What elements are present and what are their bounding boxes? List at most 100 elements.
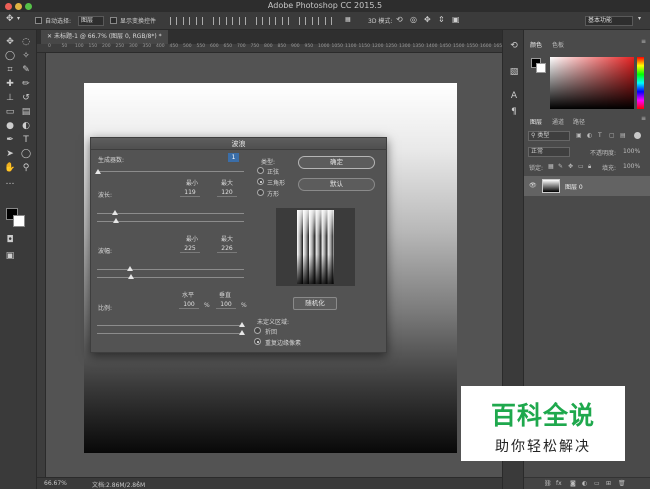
adjustment-layer-icon[interactable]: ◐ [582,480,587,487]
more-tools-icon[interactable]: … [4,176,16,188]
distribute-vcenter-icon[interactable] [269,17,276,25]
color-picker-field[interactable] [550,57,634,109]
lock-position-icon[interactable]: ✥ [568,163,573,170]
align-hcenter-icon[interactable] [226,17,233,25]
hue-slider[interactable] [637,57,644,109]
quick-mask-icon[interactable]: ◘ [4,234,16,246]
wavelength-min-input[interactable]: 119 [180,189,200,197]
pen-tool-icon[interactable]: ✒ [4,134,16,146]
filter-smart-object-icon[interactable]: ▤ [620,132,626,139]
filter-toggle-icon[interactable] [634,132,641,139]
layer-filter-dropdown[interactable]: ⚲ 类型 [528,131,570,141]
layers-menu-icon[interactable]: ≡ [641,115,646,122]
marquee-tool-icon[interactable]: ◌ [20,36,32,48]
fx-icon[interactable]: fx [556,480,562,487]
wavelength-min-slider[interactable] [97,213,244,214]
hand-tool-icon[interactable]: ✋ [4,162,16,174]
randomize-button[interactable]: 随机化 [293,297,337,310]
default-button[interactable]: 默认 [298,178,375,191]
align-right-icon[interactable] [239,17,246,25]
scale-vertical-input[interactable]: 100 [216,301,236,309]
scale-vertical-thumb[interactable] [239,330,245,335]
lock-all-icon[interactable]: 🔒︎ [588,163,591,171]
filter-type-icon[interactable]: T [598,132,602,139]
dodge-tool-icon[interactable]: ◐ [20,120,32,132]
wavelength-min-thumb[interactable] [112,210,118,215]
history-brush-tool-icon[interactable]: ↺ [20,92,32,104]
type-triangle-radio[interactable] [257,178,264,185]
magic-wand-tool-icon[interactable]: ✧ [20,50,32,62]
generators-slider[interactable] [97,171,244,172]
close-window-button[interactable] [5,3,12,10]
new-layer-icon[interactable]: ⊞ [606,480,611,487]
amplitude-max-slider[interactable] [97,277,244,278]
filter-pixel-icon[interactable]: ▣ [576,132,582,139]
eyedropper-tool-icon[interactable]: ✎ [20,64,32,76]
workspace-chevron-icon[interactable]: ▾ [638,15,641,22]
amplitude-min-input[interactable]: 225 [180,245,200,253]
ok-button[interactable]: 确定 [298,156,375,169]
distribute-bottom-icon[interactable] [282,17,289,25]
align-top-icon[interactable] [170,17,177,25]
history-panel-icon[interactable]: ⟲ [508,40,520,52]
roll-3d-icon[interactable]: ◎ [410,15,417,24]
healing-brush-tool-icon[interactable]: ✚ [4,78,16,90]
fill-value[interactable]: 100% [623,163,640,170]
character-panel-icon[interactable]: A [508,90,520,102]
gradient-tool-icon[interactable]: ▤ [20,106,32,118]
move-tool-icon[interactable]: ✥ [6,14,14,24]
screen-mode-icon[interactable]: ▣ [4,250,16,262]
opacity-value[interactable]: 100% [623,148,640,155]
scale-horizontal-slider[interactable] [97,325,244,326]
link-layers-icon[interactable]: ⛓ [544,480,552,487]
tab-layers[interactable]: 图层 [530,117,542,126]
amplitude-max-thumb[interactable] [128,274,134,279]
panel-menu-icon[interactable]: ≡ [641,38,646,45]
tab-paths[interactable]: 路径 [573,117,585,126]
tool-preset-chevron-icon[interactable]: ▾ [17,15,20,22]
generators-input[interactable]: 1 [228,153,239,162]
layer-name[interactable]: 图层 0 [565,182,583,191]
layer-row[interactable]: 👁︎ 图层 0 [524,176,650,196]
brush-tool-icon[interactable]: ✏ [20,78,32,90]
filter-adjustment-icon[interactable]: ◐ [587,132,592,139]
new-group-icon[interactable]: ▭ [594,480,600,487]
repeat-edge-radio[interactable] [254,338,261,345]
eraser-tool-icon[interactable]: ▭ [4,106,16,118]
delete-layer-icon[interactable]: 🗑︎ [618,480,626,487]
wavelength-max-input[interactable]: 120 [217,189,237,197]
type-sine-radio[interactable] [257,167,264,174]
wavelength-max-slider[interactable] [97,221,244,222]
auto-select-dropdown[interactable]: 图层 [78,16,104,26]
wavelength-max-thumb[interactable] [113,218,119,223]
scale-vertical-slider[interactable] [97,333,244,334]
slide-3d-icon[interactable]: ⇕ [438,15,445,24]
align-left-icon[interactable] [213,17,220,25]
paragraph-panel-icon[interactable]: ¶ [508,106,520,118]
rotate-3d-icon[interactable]: ⟲ [396,15,403,24]
scale-horizontal-input[interactable]: 100 [179,301,199,309]
scale-3d-icon[interactable]: ▣ [452,15,460,24]
generators-slider-thumb[interactable] [95,169,101,174]
amplitude-min-slider[interactable] [97,269,244,270]
wrap-around-radio[interactable] [254,327,261,334]
filter-shape-icon[interactable]: ▢ [609,132,615,139]
document-tab[interactable]: ✕ 未标题-1 @ 66.7% (图层 0, RGB/8*) * [41,30,168,44]
zoom-level[interactable]: 66.67% [44,480,67,487]
move-tool-icon[interactable]: ✥ [4,36,16,48]
distribute-left-icon[interactable] [299,17,306,25]
minimize-window-button[interactable] [15,3,22,10]
zoom-window-button[interactable] [25,3,32,10]
auto-align-icon[interactable]: ▦ [345,16,351,23]
tab-color[interactable]: 颜色 [530,40,542,49]
amplitude-min-thumb[interactable] [127,266,133,271]
amplitude-max-input[interactable]: 226 [217,245,237,253]
type-square-radio[interactable] [257,189,264,196]
add-mask-icon[interactable]: ◙ [570,480,576,487]
path-selection-tool-icon[interactable]: ➤ [4,148,16,160]
shape-tool-icon[interactable]: ◯ [20,148,32,160]
lock-artboard-icon[interactable]: ▭ [578,163,584,170]
lasso-tool-icon[interactable]: ◯ [4,50,16,62]
show-transform-checkbox[interactable] [110,17,117,24]
background-color-swatch[interactable] [13,215,25,227]
